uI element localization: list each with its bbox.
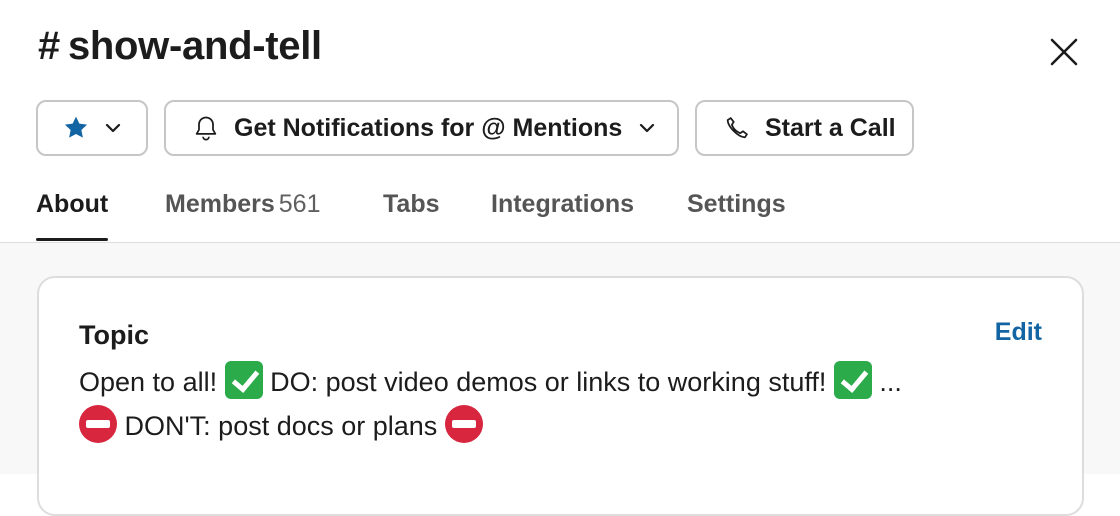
tab-members[interactable]: Members 561 xyxy=(165,190,320,244)
edit-topic-link[interactable]: Edit xyxy=(995,318,1042,347)
tab-tabs[interactable]: Tabs xyxy=(383,190,440,244)
tab-settings-label: Settings xyxy=(687,190,786,218)
check-mark-emoji-icon xyxy=(833,361,872,399)
tab-integrations[interactable]: Integrations xyxy=(491,190,634,244)
tab-about-label: About xyxy=(36,190,109,218)
tab-integrations-label: Integrations xyxy=(491,190,635,218)
star-icon xyxy=(64,116,88,138)
star-channel-button[interactable] xyxy=(36,100,148,156)
no-entry-emoji-icon xyxy=(444,405,483,443)
channel-title[interactable]: # show-and-tell xyxy=(38,24,322,69)
close-button[interactable] xyxy=(1046,34,1082,70)
topic-card: Topic Edit Open to all! DO: post video d… xyxy=(37,276,1084,516)
topic-text-segment: DO: post video demos or links to working… xyxy=(270,367,827,397)
start-call-label: Start a Call xyxy=(765,113,896,142)
notifications-label: Get Notifications for @ Mentions xyxy=(234,113,623,142)
topic-label: Topic xyxy=(79,320,149,350)
chevron-down-icon xyxy=(105,123,121,133)
members-count: 561 xyxy=(278,190,321,218)
topic-text-ellipsis: ... xyxy=(879,367,902,397)
channel-hash: # xyxy=(38,24,60,68)
no-entry-emoji-icon xyxy=(79,405,117,443)
start-call-button[interactable]: Start a Call xyxy=(695,100,914,156)
notifications-dropdown-button[interactable]: Get Notifications for @ Mentions xyxy=(164,100,679,156)
tab-members-label: Members xyxy=(165,190,275,218)
bell-icon xyxy=(195,116,217,141)
topic-text-segment: DON'T: post docs or plans xyxy=(124,411,438,441)
phone-icon xyxy=(726,117,748,139)
close-icon xyxy=(1050,38,1078,66)
channel-name: show-and-tell xyxy=(67,24,322,68)
details-tabs: About Members 561 Tabs Integrations Setti… xyxy=(0,190,1120,244)
chevron-down-icon xyxy=(640,123,655,133)
tab-settings[interactable]: Settings xyxy=(687,190,786,244)
check-mark-emoji-icon xyxy=(224,361,263,399)
channel-details-header: # show-and-tell Get Notifications for @ … xyxy=(0,0,1120,243)
tab-tabs-label: Tabs xyxy=(383,190,440,218)
topic-text-segment: Open to all! xyxy=(79,367,218,397)
topic-text: Open to all! DO: post video demos or lin… xyxy=(79,360,1039,448)
tab-about[interactable]: About xyxy=(36,190,109,244)
